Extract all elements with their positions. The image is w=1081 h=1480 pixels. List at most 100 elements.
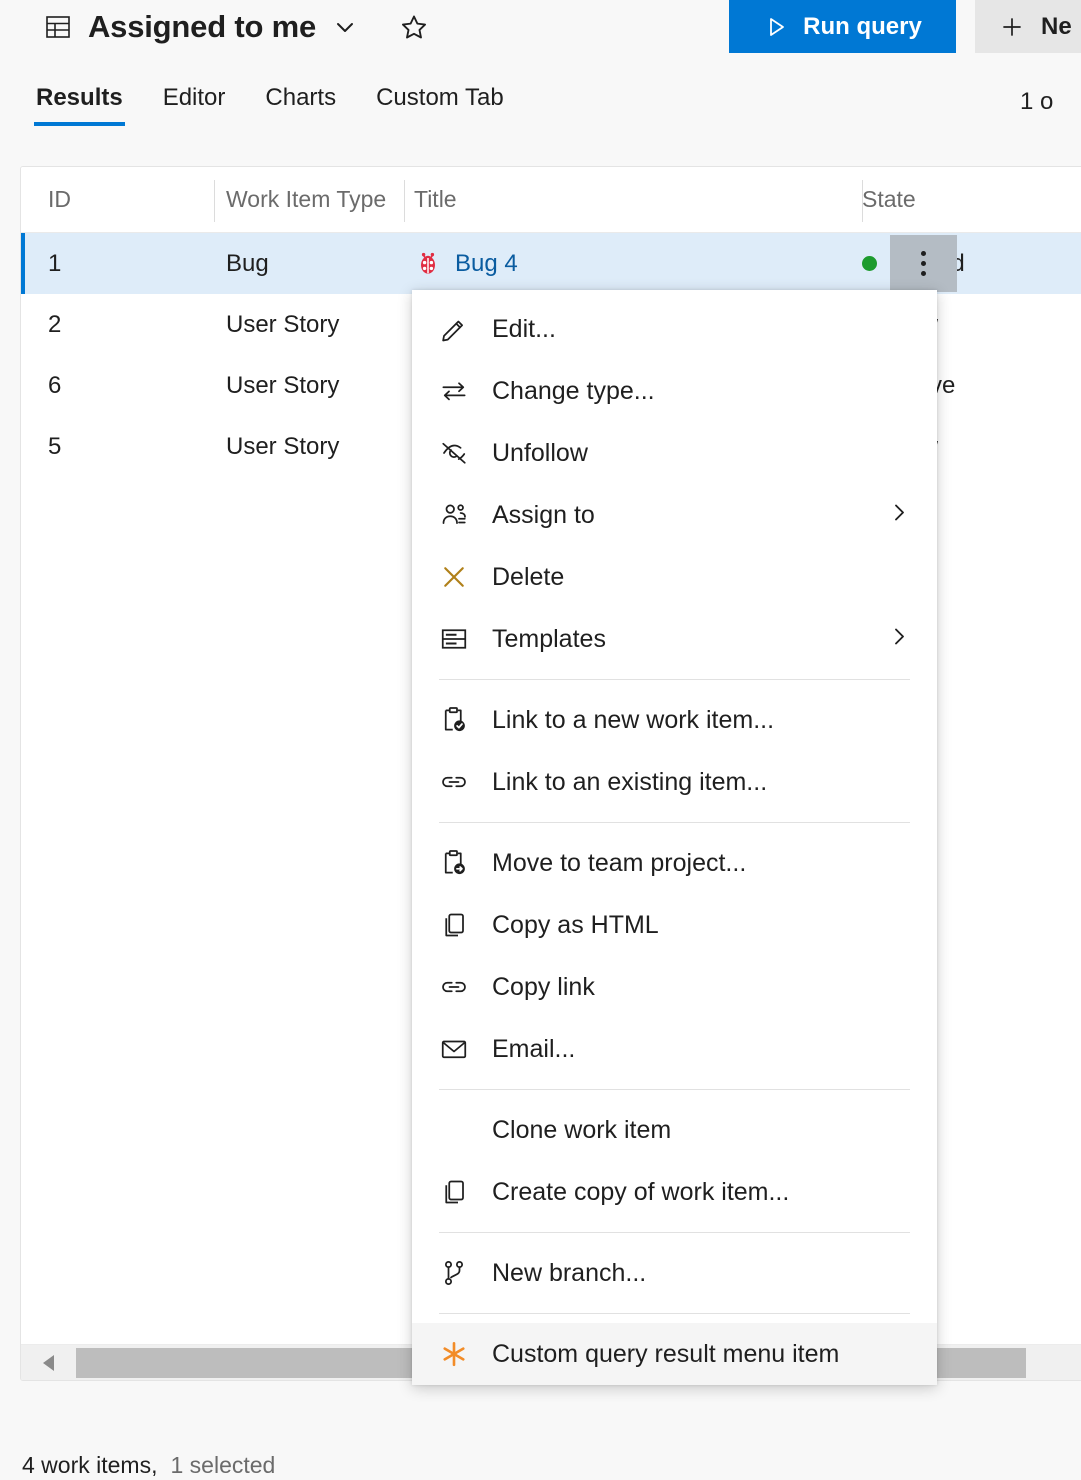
menu-item-change-type[interactable]: Change type... <box>412 360 937 422</box>
column-header-id[interactable]: ID <box>21 176 214 224</box>
status-footer: 4 work items, 1 selected <box>22 1452 275 1479</box>
table-row[interactable]: 1 Bug <box>21 233 1081 294</box>
menu-divider <box>439 1313 910 1314</box>
run-query-label: Run query <box>803 13 922 41</box>
menu-divider <box>439 1089 910 1090</box>
pencil-icon <box>439 314 473 344</box>
tab-results[interactable]: Results <box>34 78 125 126</box>
work-item-count: 4 work items, <box>22 1452 157 1479</box>
ladybug-icon <box>414 250 442 278</box>
header-bar: Assigned to me Run query Ne <box>0 0 1081 78</box>
cell-id: 6 <box>21 355 214 416</box>
column-header-title[interactable]: Title <box>404 176 862 224</box>
copy-icon <box>439 910 473 940</box>
cell-id: 1 <box>21 233 214 294</box>
x-cross-icon <box>439 562 473 592</box>
menu-item-label: Assign to <box>492 501 595 530</box>
tab-charts[interactable]: Charts <box>263 78 338 126</box>
menu-item-label: Templates <box>492 625 606 654</box>
menu-item-edit[interactable]: Edit... <box>412 298 937 360</box>
link-icon <box>439 767 473 797</box>
tab-list: Results Editor Charts Custom Tab <box>34 78 506 136</box>
menu-item-templates[interactable]: Templates <box>412 608 937 670</box>
chevron-right-icon <box>887 625 911 654</box>
star-outline-icon[interactable] <box>400 13 428 41</box>
cell-work-item-type: User Story <box>214 294 404 355</box>
menu-item-link-new-work-item[interactable]: Link to a new work item... <box>412 689 937 751</box>
menu-item-clone-work-item[interactable]: Clone work item <box>412 1099 937 1161</box>
menu-item-label: Change type... <box>492 377 655 406</box>
cell-title: Bug 4 <box>404 233 862 294</box>
menu-item-label: Link to an existing item... <box>492 768 767 797</box>
work-item-title-link[interactable]: Bug 4 <box>455 250 518 278</box>
clipboard-arrow-icon <box>439 848 473 878</box>
tab-custom-tab-label: Custom Tab <box>376 84 504 111</box>
menu-item-label: Email... <box>492 1035 575 1064</box>
menu-item-label: Move to team project... <box>492 849 746 878</box>
chevron-right-icon <box>887 501 911 530</box>
menu-item-label: Custom query result menu item <box>492 1340 839 1369</box>
row-context-menu: Edit... Change type... Unfollow <box>412 290 937 1385</box>
eye-off-icon <box>439 438 473 468</box>
menu-item-delete[interactable]: Delete <box>412 546 937 608</box>
branch-icon <box>439 1258 473 1288</box>
menu-item-label: Link to a new work item... <box>492 706 774 735</box>
new-work-item-label: Ne <box>1041 13 1072 41</box>
menu-item-move-to-team-project[interactable]: Move to team project... <box>412 832 937 894</box>
menu-item-assign-to[interactable]: Assign to <box>412 484 937 546</box>
menu-item-unfollow[interactable]: Unfollow <box>412 422 937 484</box>
more-vertical-icon <box>921 249 926 279</box>
query-title-group: Assigned to me <box>44 3 428 51</box>
menu-item-label: New branch... <box>492 1259 646 1288</box>
menu-item-email[interactable]: Email... <box>412 1018 937 1080</box>
cell-work-item-type: Bug <box>214 233 404 294</box>
tab-bar: Results Editor Charts Custom Tab 1 o <box>0 78 1081 158</box>
templates-icon <box>439 624 473 654</box>
tab-results-label: Results <box>36 84 123 111</box>
envelope-icon <box>439 1034 473 1064</box>
row-context-menu-button[interactable] <box>890 235 957 292</box>
swap-arrows-icon <box>439 376 473 406</box>
caret-left-icon[interactable] <box>21 1345 76 1381</box>
status-dot <box>862 256 877 271</box>
grid-table-icon <box>44 13 72 41</box>
menu-item-label: Edit... <box>492 315 556 344</box>
link-icon <box>439 972 473 1002</box>
tab-custom-tab[interactable]: Custom Tab <box>374 78 506 126</box>
run-query-button[interactable]: Run query <box>729 0 956 53</box>
tab-editor-label: Editor <box>163 84 226 111</box>
cell-work-item-type: User Story <box>214 355 404 416</box>
plus-icon <box>999 14 1025 40</box>
cell-work-item-type: User Story <box>214 416 404 477</box>
column-header-work-item-type[interactable]: Work Item Type <box>214 176 404 224</box>
new-work-item-button[interactable]: Ne <box>975 0 1081 53</box>
chevron-down-icon[interactable] <box>332 14 358 40</box>
menu-item-label: Create copy of work item... <box>492 1178 789 1207</box>
copy-icon <box>439 1177 473 1207</box>
menu-item-create-copy-of-work-item[interactable]: Create copy of work item... <box>412 1161 937 1223</box>
selection-status: 1 selected <box>170 1452 275 1479</box>
grid-header-row: ID Work Item Type Title State <box>21 167 1081 233</box>
column-header-state[interactable]: State <box>862 176 982 224</box>
menu-divider <box>439 1232 910 1233</box>
menu-item-label: Delete <box>492 563 564 592</box>
cell-id: 2 <box>21 294 214 355</box>
menu-item-link-existing-item[interactable]: Link to an existing item... <box>412 751 937 813</box>
menu-divider <box>439 679 910 680</box>
clipboard-check-icon <box>439 705 473 735</box>
page-title: Assigned to me <box>88 9 316 45</box>
result-counter: 1 o <box>1020 88 1081 116</box>
menu-item-label: Copy as HTML <box>492 911 659 940</box>
menu-item-new-branch[interactable]: New branch... <box>412 1242 937 1304</box>
tab-charts-label: Charts <box>265 84 336 111</box>
play-triangle-icon <box>763 14 789 40</box>
menu-item-label: Clone work item <box>492 1116 671 1145</box>
menu-item-label: Copy link <box>492 973 595 1002</box>
tab-editor[interactable]: Editor <box>161 78 228 126</box>
menu-item-copy-link[interactable]: Copy link <box>412 956 937 1018</box>
menu-item-custom-query-result[interactable]: Custom query result menu item <box>412 1323 937 1385</box>
menu-item-label: Unfollow <box>492 439 588 468</box>
menu-item-copy-as-html[interactable]: Copy as HTML <box>412 894 937 956</box>
menu-divider <box>439 822 910 823</box>
asterisk-icon <box>439 1339 473 1369</box>
